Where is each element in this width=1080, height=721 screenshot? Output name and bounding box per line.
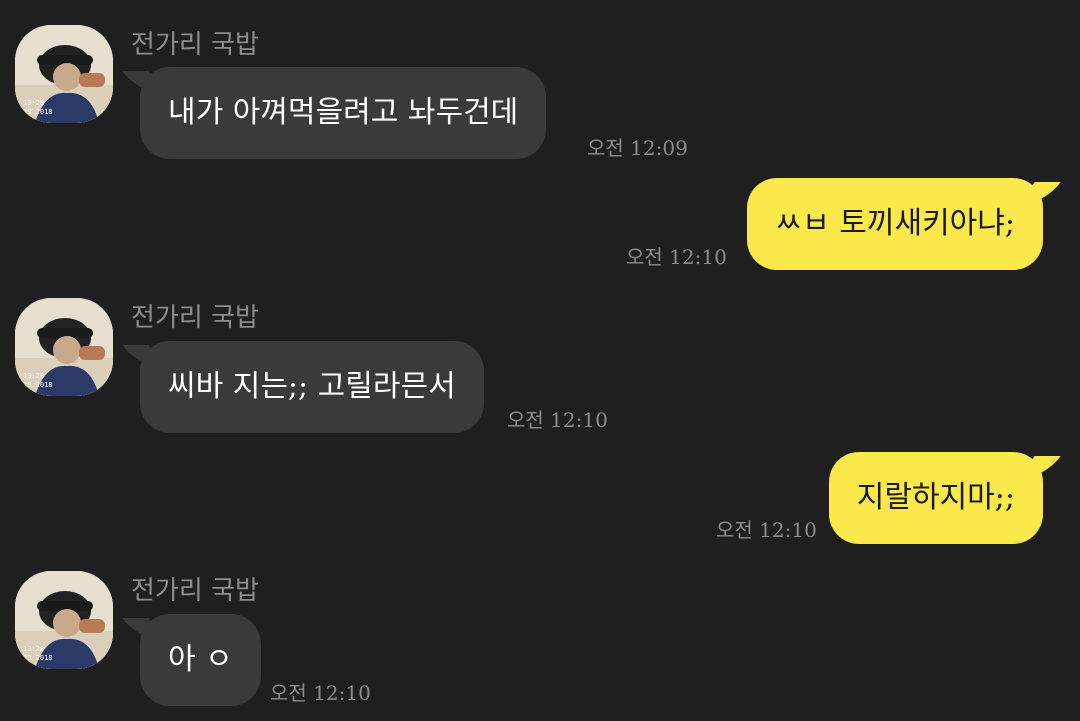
message-bubble-outgoing[interactable]: ㅆㅂ 토끼새키아냐; xyxy=(746,178,1043,270)
message-bubble-outgoing[interactable]: 지랄하지마;; xyxy=(828,452,1043,544)
message-time: 오전 12:10 xyxy=(626,245,727,269)
message-bubble-incoming[interactable]: 씨바 지는;; 고릴라믄서 xyxy=(140,341,484,433)
avatar-photo: 13:28 29 2018 xyxy=(15,571,113,669)
sender-name: 전가리 국밥 xyxy=(131,303,259,333)
svg-text:13:28: 13:28 xyxy=(23,645,44,653)
sender-name: 전가리 국밥 xyxy=(131,576,259,606)
sender-avatar[interactable]: 13:28 29 2018 xyxy=(15,298,113,396)
sender-name: 전가리 국밥 xyxy=(131,30,259,60)
svg-text:13:28: 13:28 xyxy=(23,99,44,107)
message-time: 오전 12:09 xyxy=(587,136,688,160)
message-bubble-incoming[interactable]: 아 ㅇ xyxy=(140,614,261,706)
svg-text:13:28: 13:28 xyxy=(23,372,44,380)
svg-text:29 2018: 29 2018 xyxy=(23,381,53,389)
svg-text:29 2018: 29 2018 xyxy=(23,108,53,116)
message-time: 오전 12:10 xyxy=(716,518,817,542)
avatar-photo: 13:28 29 2018 xyxy=(15,298,113,396)
message-time: 오전 12:10 xyxy=(270,681,371,705)
message-bubble-incoming[interactable]: 내가 아껴먹을려고 놔두건데 xyxy=(140,67,547,159)
sender-avatar[interactable]: 13:28 29 2018 xyxy=(15,25,113,123)
message-time: 오전 12:10 xyxy=(507,408,608,432)
svg-text:29 2018: 29 2018 xyxy=(23,654,53,662)
avatar-photo: 13:28 29 2018 xyxy=(15,25,113,123)
sender-avatar[interactable]: 13:28 29 2018 xyxy=(15,571,113,669)
